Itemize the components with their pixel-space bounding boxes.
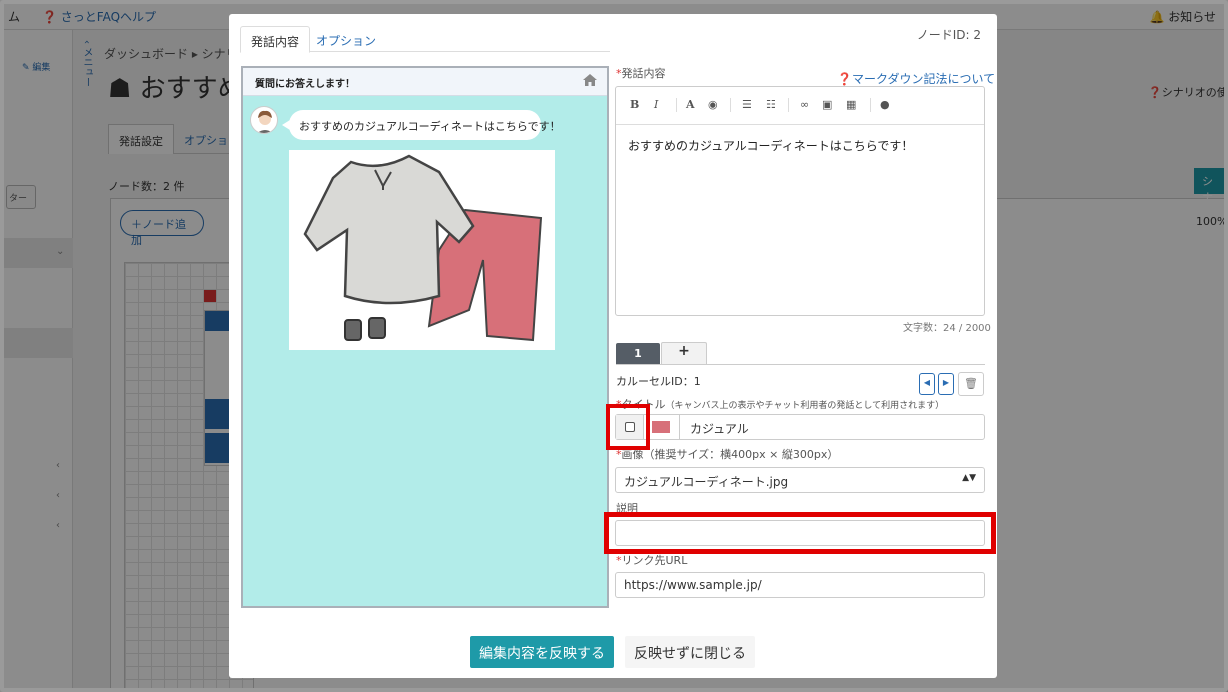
speech-label: *発話内容 — [616, 67, 666, 80]
char-count: 文字数：24 / 2000 — [903, 323, 991, 334]
table-icon[interactable]: ▦ — [846, 98, 856, 111]
link-url-input[interactable]: https://www.sample.jp/ — [615, 572, 985, 598]
speech-editor[interactable]: B I A ◉ ☰ ☷ ∞ ▣ ▦ ● おすすめのカジュアルコーディネートはこち… — [615, 86, 985, 316]
carousel-tab-divider — [616, 364, 985, 365]
highlight-box-checkbox — [606, 404, 650, 450]
image-icon[interactable]: ▣ — [822, 98, 832, 111]
editor-toolbar: B I A ◉ ☰ ☷ ∞ ▣ ▦ ● — [616, 87, 984, 125]
font-color-icon[interactable]: A — [686, 98, 695, 111]
toolbar-divider — [676, 98, 677, 112]
home-icon[interactable] — [583, 74, 597, 86]
question-circle-icon: ❓ — [837, 72, 852, 86]
chat-preview: 質問にお答えします！ おすすめのカジュアルコーディネートはこちらです！ — [241, 66, 609, 608]
highlight-box-description — [604, 512, 996, 554]
link-icon[interactable]: ∞ — [800, 98, 809, 111]
image-select[interactable]: カジュアルコーディネート.jpg ▲▼ — [615, 467, 985, 493]
move-left-button[interactable]: ◀ — [919, 373, 935, 395]
title-field: カジュアル — [615, 414, 985, 440]
carousel-image — [289, 150, 555, 350]
color-swatch — [652, 421, 670, 433]
add-carousel-tab[interactable]: + — [661, 342, 707, 365]
title-input[interactable]: カジュアル — [690, 420, 749, 437]
palette-icon[interactable]: ◉ — [708, 98, 718, 111]
link-label: *リンク先URL — [616, 554, 688, 567]
bot-avatar — [250, 106, 278, 134]
title-label: *タイトル（キャンバス上の表示やチャット利用者の発話として利用されます） — [616, 398, 945, 411]
preview-header: 質問にお答えします！ — [243, 68, 607, 96]
toolbar-divider — [870, 98, 871, 112]
tab-speech-content[interactable]: 発話内容 — [240, 26, 311, 53]
carousel-id: カルーセルID：1 — [616, 375, 701, 388]
caret-right-icon: ▶ — [942, 378, 950, 387]
editor-content[interactable]: おすすめのカジュアルコーディネートはこちらです！ — [616, 125, 984, 166]
caret-left-icon: ◀ — [923, 378, 931, 387]
preview-title: 質問にお答えします！ — [255, 79, 355, 90]
delete-carousel-button[interactable]: 🗑 — [958, 372, 984, 396]
numbered-list-icon[interactable]: ☷ — [766, 98, 776, 111]
apply-button[interactable]: 編集内容を反映する — [470, 636, 614, 668]
tab-options[interactable]: オプション — [306, 26, 386, 53]
toolbar-divider — [730, 98, 731, 112]
close-without-apply-button[interactable]: 反映せずに閉じる — [625, 636, 755, 668]
trash-icon: 🗑 — [964, 377, 978, 390]
toolbar-divider — [788, 98, 789, 112]
carousel-tab-1[interactable]: 1 — [616, 343, 660, 365]
markdown-help-link[interactable]: ❓マークダウン記法について — [837, 70, 995, 87]
move-right-button[interactable]: ▶ — [938, 373, 954, 395]
select-caret-icon: ▲▼ — [962, 473, 976, 483]
edit-node-modal: ノードID: 2 発話内容 オプション 質問にお答えします！ おすすめのカジュア… — [229, 14, 997, 678]
chat-icon[interactable]: ● — [880, 98, 890, 111]
bold-icon[interactable]: B — [630, 98, 639, 111]
chat-bubble: おすすめのカジュアルコーディネートはこちらです！ — [282, 110, 561, 140]
bullet-list-icon[interactable]: ☰ — [742, 98, 752, 111]
modal-tabs: 発話内容 オプション — [240, 24, 610, 53]
node-id: ノードID: 2 — [916, 28, 981, 42]
italic-icon[interactable]: I — [654, 98, 658, 111]
